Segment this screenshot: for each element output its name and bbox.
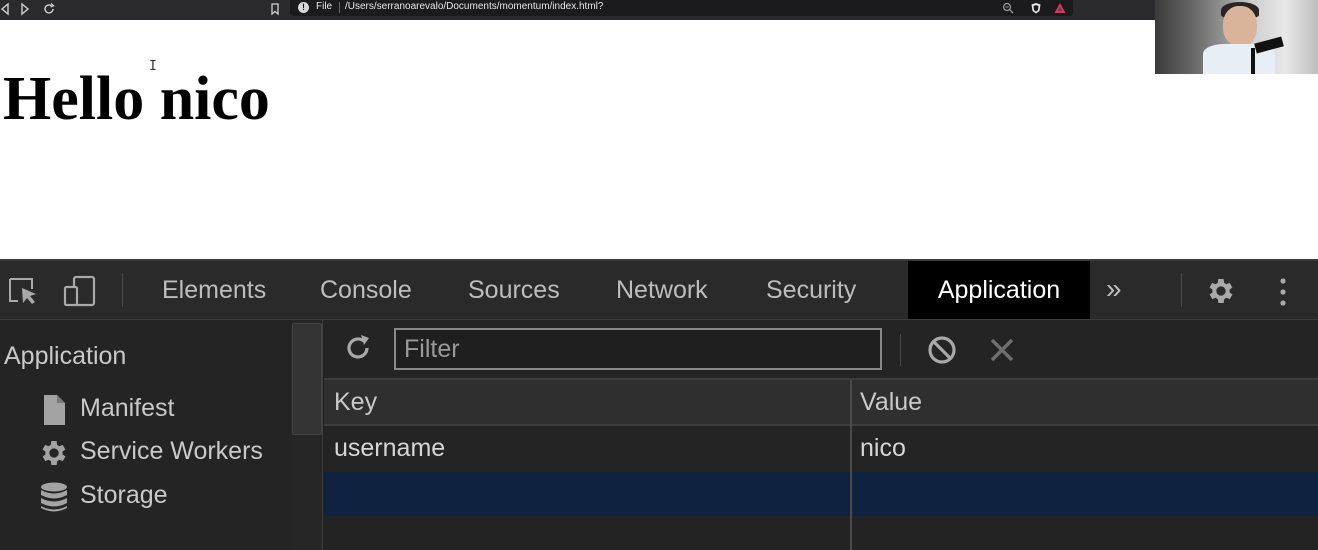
- local-storage-panel: Key Value username nico: [324, 320, 1318, 550]
- table-filler: [324, 516, 1318, 550]
- tab-console[interactable]: Console: [320, 261, 412, 319]
- kebab-menu-icon[interactable]: [1275, 277, 1291, 307]
- storage-toolbar: [324, 320, 1318, 380]
- forward-icon[interactable]: [18, 2, 32, 16]
- url-scheme: File: [316, 1, 333, 12]
- table-row[interactable]: username nico: [324, 426, 1318, 470]
- address-bar[interactable]: ! File /Users/serranoarevalo/Documents/m…: [290, 0, 1073, 16]
- url-separator: [339, 2, 340, 13]
- webcam-overlay: [1155, 0, 1318, 74]
- row-key: username: [334, 434, 446, 462]
- sidebar-heading: Application: [4, 342, 127, 370]
- column-header-value[interactable]: Value: [860, 380, 922, 424]
- row-value: nico: [860, 434, 906, 462]
- sidebar-item-label: Manifest: [80, 394, 175, 422]
- devtools-toolbar: Elements Console Sources Network Securit…: [0, 261, 1318, 320]
- clear-all-icon[interactable]: [926, 334, 958, 366]
- tab-application[interactable]: Application: [908, 261, 1090, 319]
- devtools-panel: Elements Console Sources Network Securit…: [0, 259, 1318, 550]
- mic-stand: [1251, 48, 1255, 74]
- presenter-face: [1223, 6, 1257, 46]
- tab-network[interactable]: Network: [616, 261, 708, 319]
- device-toolbar-icon[interactable]: [62, 275, 96, 307]
- filter-input[interactable]: [394, 328, 882, 370]
- url-text[interactable]: /Users/serranoarevalo/Documents/momentum…: [345, 1, 603, 12]
- bookmark-icon[interactable]: [268, 2, 282, 16]
- tab-security[interactable]: Security: [766, 261, 856, 319]
- settings-gear-icon[interactable]: [1205, 275, 1237, 307]
- toolbar-divider: [122, 273, 123, 307]
- application-sidebar: Application Manifest Service Workers Sto…: [0, 320, 292, 550]
- reload-icon[interactable]: [42, 2, 56, 16]
- brave-shield-icon[interactable]: [1030, 2, 1042, 14]
- toolbar-divider: [900, 334, 901, 366]
- database-icon: [38, 481, 70, 513]
- tab-elements[interactable]: Elements: [162, 261, 266, 319]
- site-info-icon[interactable]: !: [298, 2, 309, 13]
- brave-rewards-icon[interactable]: [1054, 2, 1066, 14]
- browser-toolbar: ! File /Users/serranoarevalo/Documents/m…: [0, 0, 1318, 20]
- inspect-element-icon[interactable]: [6, 275, 40, 307]
- sidebar-item-label: Storage: [80, 481, 168, 509]
- storage-table-header: Key Value: [324, 380, 1318, 426]
- document-icon: [38, 394, 70, 426]
- tab-sources[interactable]: Sources: [468, 261, 560, 319]
- refresh-icon[interactable]: [342, 332, 374, 364]
- more-tabs-button[interactable]: »: [1106, 261, 1122, 319]
- back-icon[interactable]: [0, 2, 12, 16]
- text-cursor-icon: I: [149, 59, 157, 74]
- table-row-selected[interactable]: [324, 472, 1318, 516]
- toolbar-divider: [1181, 273, 1182, 307]
- gear-icon: [38, 437, 70, 469]
- column-separator[interactable]: [850, 380, 852, 550]
- sidebar-item-label: Service Workers: [80, 437, 263, 465]
- page-heading: Hello nico: [3, 65, 270, 133]
- delete-selected-icon[interactable]: [988, 336, 1016, 364]
- sidebar-scrollbar-thumb[interactable]: [292, 323, 322, 435]
- zoom-out-icon[interactable]: [1002, 2, 1014, 14]
- column-header-key[interactable]: Key: [334, 380, 377, 424]
